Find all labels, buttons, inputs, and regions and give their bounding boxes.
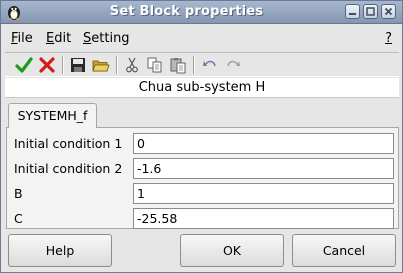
b-input[interactable]: 1 <box>133 183 394 204</box>
undo-toolbar-button[interactable] <box>199 55 221 75</box>
tab-systemh-f[interactable]: SYSTEMH_f <box>8 103 97 128</box>
menu-edit-label: dit <box>54 31 72 46</box>
cancel-toolbar-button[interactable] <box>36 55 58 75</box>
cancel-x-icon <box>39 57 55 73</box>
minimize-icon <box>349 13 356 15</box>
parameters-panel: Initial condition 1 0 Initial condition … <box>6 127 399 229</box>
open-folder-icon <box>92 60 110 72</box>
field-label: Initial condition 2 <box>14 161 123 176</box>
cancel-button[interactable]: Cancel <box>292 234 396 267</box>
copy-toolbar-button[interactable] <box>144 55 166 75</box>
menu-edit-mnemonic: E <box>46 31 55 46</box>
menu-file[interactable]: File <box>11 31 33 46</box>
initial-condition-1-input[interactable]: 0 <box>133 133 394 154</box>
copy-icon <box>147 57 162 73</box>
help-button[interactable]: Help <box>8 234 112 267</box>
menu-edit[interactable]: Edit <box>46 31 71 46</box>
block-subtitle: Chua sub-system H <box>5 78 399 98</box>
close-icon <box>384 7 393 16</box>
maximize-icon <box>366 7 375 16</box>
field-label: Initial condition 1 <box>14 136 123 151</box>
ok-toolbar-button[interactable] <box>13 55 35 75</box>
cut-toolbar-button[interactable] <box>121 55 143 75</box>
c-input[interactable]: -25.58 <box>133 208 394 229</box>
toolbar-separator <box>193 56 195 74</box>
redo-toolbar-button[interactable] <box>222 55 244 75</box>
menu-help[interactable]: ? <box>385 31 392 46</box>
title-bar[interactable]: Set Block properties <box>1 1 402 24</box>
menu-file-label: ile <box>17 31 33 46</box>
paste-toolbar-button[interactable] <box>167 55 189 75</box>
save-toolbar-button[interactable] <box>67 55 89 75</box>
minimize-button[interactable] <box>345 4 360 19</box>
toolbar-separator <box>116 56 118 74</box>
initial-condition-2-input[interactable]: -1.6 <box>133 158 394 179</box>
ok-button[interactable]: OK <box>180 234 284 267</box>
field-label: C <box>14 211 23 226</box>
window-title: Set Block properties <box>109 4 264 19</box>
undo-icon <box>203 60 216 67</box>
redo-icon <box>227 60 240 67</box>
save-icon <box>71 58 85 72</box>
cut-icon <box>126 57 138 73</box>
menu-setting[interactable]: Setting <box>83 31 130 46</box>
menu-setting-label: etting <box>91 31 130 46</box>
menu-bar: File Edit Setting ? <box>1 24 402 51</box>
field-label: B <box>14 186 23 201</box>
open-toolbar-button[interactable] <box>90 55 112 75</box>
toolbar-separator <box>62 56 64 74</box>
paste-icon <box>170 58 186 74</box>
ok-check-icon <box>15 57 33 73</box>
close-button[interactable] <box>381 4 396 19</box>
toolbar <box>5 52 399 77</box>
app-logo-icon <box>8 6 20 20</box>
maximize-button[interactable] <box>363 4 378 19</box>
dialog-window: Set Block properties File Edit Setting ? <box>0 0 403 273</box>
